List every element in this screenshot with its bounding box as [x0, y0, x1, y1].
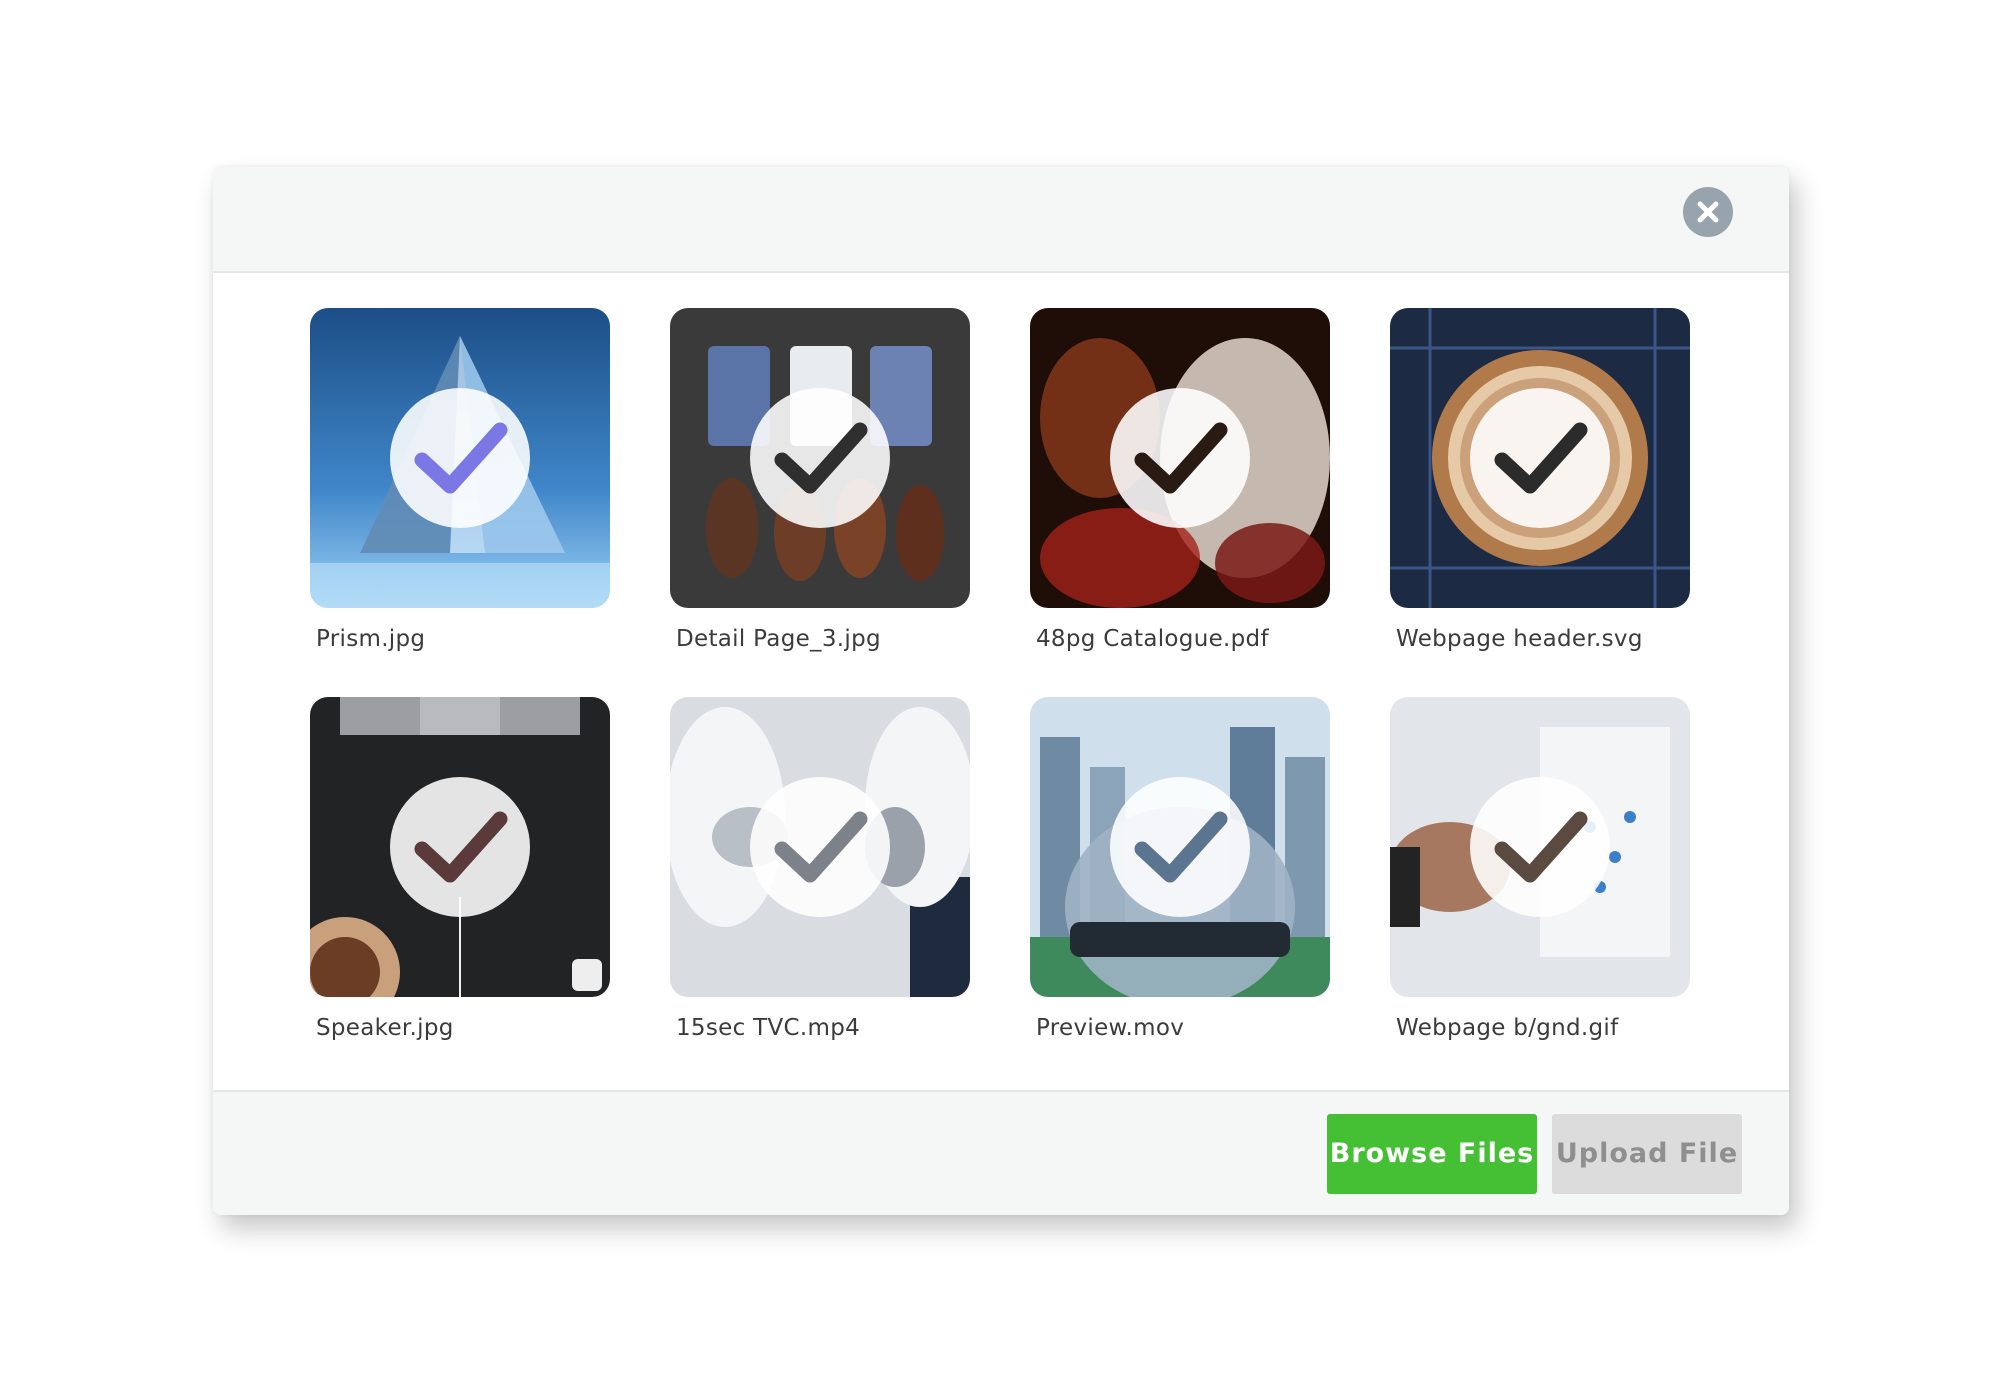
- file-thumbnail[interactable]: [310, 697, 610, 997]
- selected-badge: [1110, 388, 1250, 528]
- file-thumbnail[interactable]: [1030, 308, 1330, 608]
- file-thumbnail[interactable]: [670, 308, 970, 608]
- checkmark-icon: [414, 422, 508, 494]
- selected-badge: [750, 777, 890, 917]
- file-tile[interactable]: Webpage header.svg: [1390, 308, 1690, 652]
- file-name: Speaker.jpg: [316, 1015, 454, 1041]
- checkmark-icon: [1494, 422, 1588, 494]
- checkmark-icon: [774, 811, 868, 883]
- browse-files-button[interactable]: Browse Files: [1327, 1114, 1537, 1194]
- file-tile[interactable]: 15sec TVC.mp4: [670, 697, 970, 1041]
- checkmark-icon: [774, 422, 868, 494]
- selected-badge: [750, 388, 890, 528]
- selected-badge: [390, 777, 530, 917]
- file-name: 15sec TVC.mp4: [676, 1015, 861, 1041]
- file-tile[interactable]: Detail Page_3.jpg: [670, 308, 970, 652]
- selected-badge: [1470, 777, 1610, 917]
- selected-badge: [1110, 777, 1250, 917]
- file-tile[interactable]: Preview.mov: [1030, 697, 1330, 1041]
- checkmark-icon: [414, 811, 508, 883]
- checkmark-icon: [1134, 422, 1228, 494]
- file-tile[interactable]: 48pg Catalogue.pdf: [1030, 308, 1330, 652]
- file-thumbnail[interactable]: [670, 697, 970, 997]
- file-upload-dialog: Prism.jpg Detail Page_3.jpg 48pg Catalog…: [213, 167, 1789, 1215]
- file-tile[interactable]: Speaker.jpg: [310, 697, 610, 1041]
- checkmark-icon: [1134, 811, 1228, 883]
- file-thumbnail[interactable]: [1030, 697, 1330, 997]
- checkmark-icon: [1494, 811, 1588, 883]
- file-thumbnail[interactable]: [1390, 697, 1690, 997]
- dialog-header: [213, 167, 1789, 273]
- file-tile[interactable]: Prism.jpg: [310, 308, 610, 652]
- close-button[interactable]: [1683, 187, 1733, 237]
- file-thumbnail[interactable]: [1390, 308, 1690, 608]
- dialog-footer: Browse Files Upload File: [213, 1090, 1789, 1215]
- file-tile[interactable]: Webpage b/gnd.gif: [1390, 697, 1690, 1041]
- selected-badge: [1470, 388, 1610, 528]
- file-name: Prism.jpg: [316, 626, 426, 652]
- file-name: Webpage header.svg: [1396, 626, 1643, 652]
- file-name: Preview.mov: [1036, 1015, 1185, 1041]
- file-name: 48pg Catalogue.pdf: [1036, 626, 1269, 652]
- close-icon: [1697, 201, 1719, 223]
- upload-file-button[interactable]: Upload File: [1552, 1114, 1742, 1194]
- file-name: Webpage b/gnd.gif: [1396, 1015, 1619, 1041]
- file-thumbnail[interactable]: [310, 308, 610, 608]
- selected-badge: [390, 388, 530, 528]
- file-name: Detail Page_3.jpg: [676, 626, 881, 652]
